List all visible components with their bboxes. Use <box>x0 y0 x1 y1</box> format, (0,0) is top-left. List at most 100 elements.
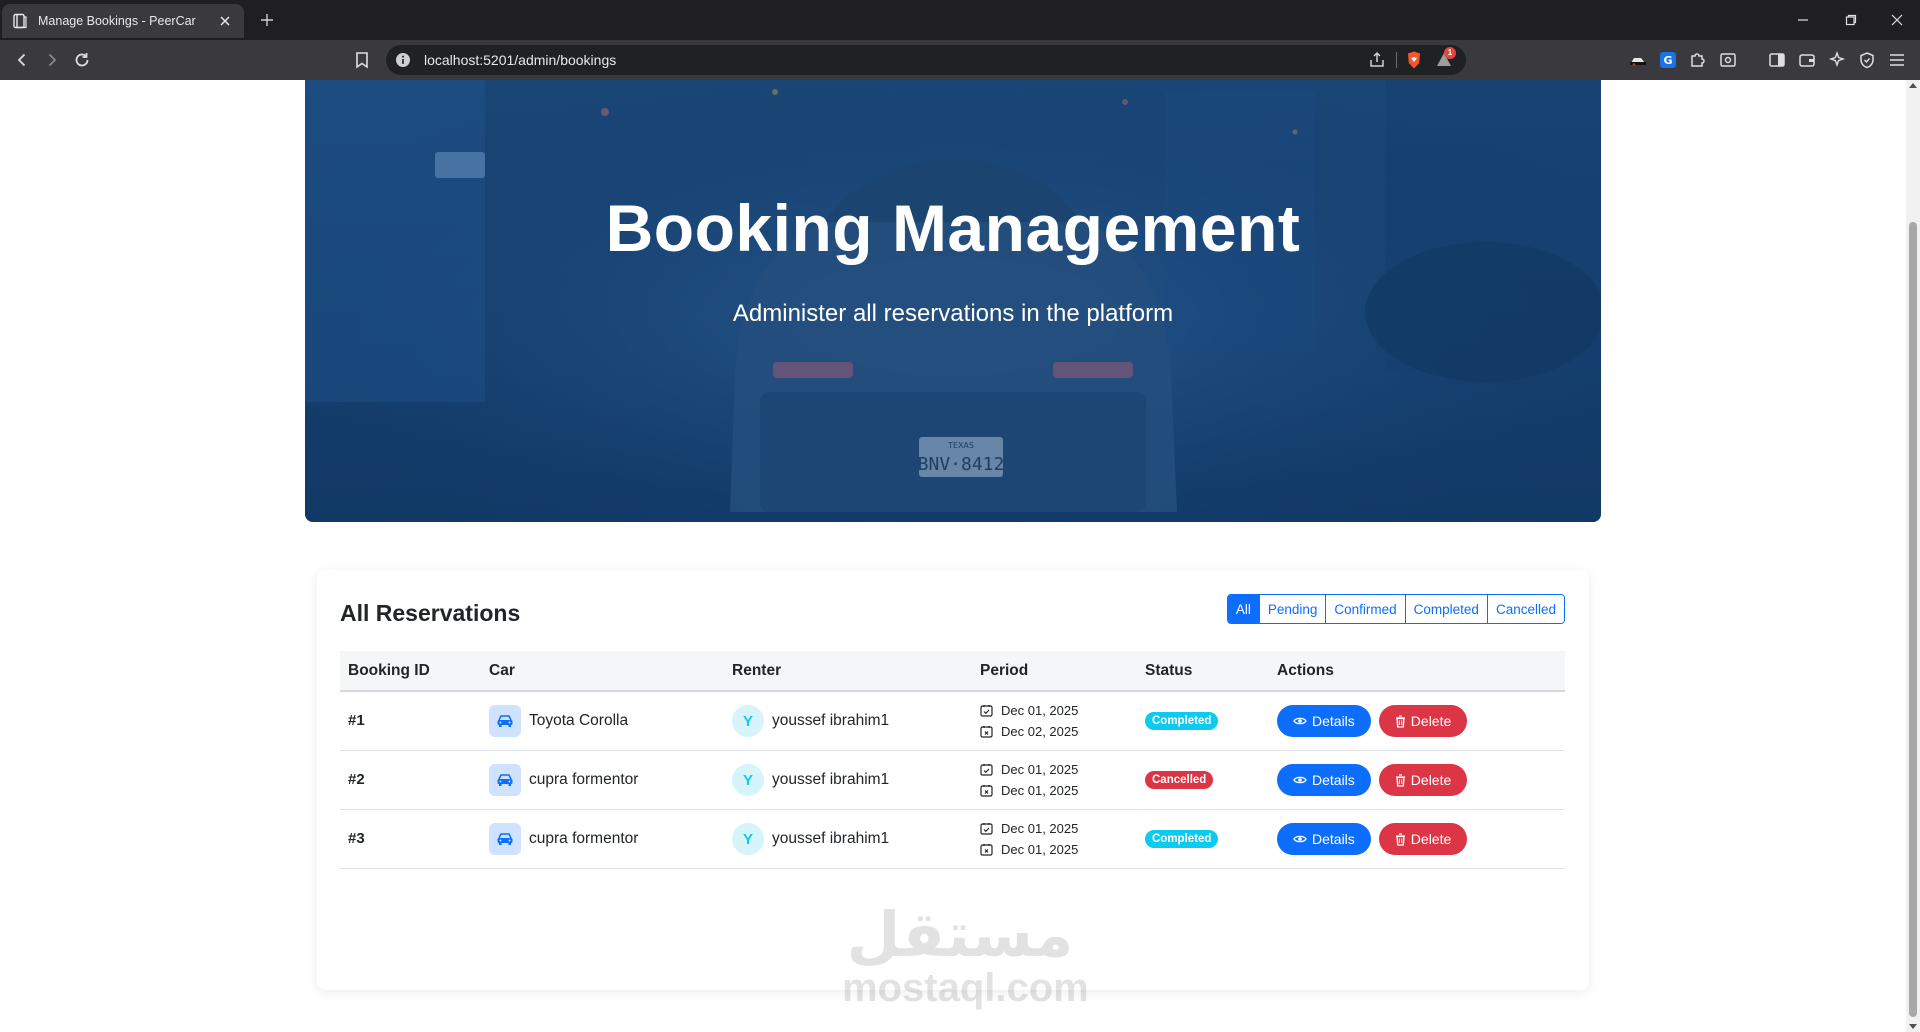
renter-name: youssef ibrahim1 <box>772 830 890 847</box>
start-date: Dec 01, 2025 <box>1001 703 1079 718</box>
calendar-check-icon <box>980 764 993 776</box>
page-title: Booking Management <box>605 191 1301 265</box>
watermark: مستقل mostaql.com <box>842 898 1089 1022</box>
car-name: cupra formentor <box>529 771 639 788</box>
filter-cancelled[interactable]: Cancelled <box>1486 595 1564 623</box>
address-bar[interactable]: localhost:5201/admin/bookings 1 <box>386 45 1466 75</box>
site-info-icon[interactable] <box>394 51 412 69</box>
calendar-check-icon <box>980 705 993 717</box>
reader-mode-icon[interactable] <box>1716 48 1740 72</box>
scrollbar-thumb[interactable] <box>1909 222 1917 1017</box>
car-cell: cupra formentor <box>489 764 638 796</box>
delete-button[interactable]: Delete <box>1378 764 1468 796</box>
end-date: Dec 01, 2025 <box>1001 842 1079 857</box>
extension-car-icon[interactable] <box>1626 48 1650 72</box>
browser-tab[interactable]: Manage Bookings - PeerCar <box>2 4 244 38</box>
details-button[interactable]: Details <box>1277 705 1371 737</box>
browser-toolbar: localhost:5201/admin/bookings 1 G <box>0 40 1920 80</box>
table-row: #1 Toyota Corolla Y youssef ibrahim1 Dec… <box>340 692 1565 751</box>
leo-ai-icon[interactable] <box>1825 48 1849 72</box>
delete-button[interactable]: Delete <box>1378 823 1468 855</box>
omnibox-separator <box>1396 52 1397 68</box>
car-icon <box>489 705 521 737</box>
table-row: #2 cupra formentor Y youssef ibrahim1 De… <box>340 751 1565 810</box>
trash-icon <box>1395 714 1405 728</box>
car-cell: cupra formentor <box>489 823 638 855</box>
booking-id: #2 <box>348 771 365 788</box>
trash-icon <box>1395 773 1405 787</box>
period-cell: Dec 01, 2025 Dec 01, 2025 <box>980 759 1078 801</box>
svg-text:G: G <box>1663 54 1672 67</box>
status-badge: Cancelled <box>1145 771 1214 789</box>
rewards-badge: 1 <box>1444 47 1456 59</box>
status-cell: Completed <box>1145 830 1219 848</box>
reservations-title: All Reservations <box>340 600 521 626</box>
column-status: Status <box>1145 662 1193 679</box>
booking-id: #1 <box>348 712 365 729</box>
details-button[interactable]: Details <box>1277 764 1371 796</box>
renter-cell: Y youssef ibrahim1 <box>732 764 889 796</box>
wallet-icon[interactable] <box>1795 48 1819 72</box>
sidebar-toggle-icon[interactable] <box>1765 48 1789 72</box>
filter-all[interactable]: All <box>1227 595 1259 623</box>
reservations-table: Booking ID Car Renter Period Status Acti… <box>340 651 1565 869</box>
scroll-down-arrow[interactable] <box>1909 1024 1917 1029</box>
car-cell: Toyota Corolla <box>489 705 628 737</box>
extensions-puzzle-icon[interactable] <box>1686 48 1710 72</box>
filter-completed[interactable]: Completed <box>1404 595 1487 623</box>
status-badge: Completed <box>1145 712 1219 730</box>
booking-id: #3 <box>348 830 365 847</box>
menu-icon[interactable] <box>1885 48 1909 72</box>
car-name: Toyota Corolla <box>529 712 629 729</box>
eye-icon <box>1293 717 1307 725</box>
period-cell: Dec 01, 2025 Dec 02, 2025 <box>980 700 1078 742</box>
bookmark-icon[interactable] <box>350 48 374 72</box>
start-date: Dec 01, 2025 <box>1001 762 1079 777</box>
filter-confirmed[interactable]: Confirmed <box>1325 595 1405 623</box>
renter-name: youssef ibrahim1 <box>772 771 890 788</box>
eye-icon <box>1293 835 1307 843</box>
end-date: Dec 02, 2025 <box>1001 724 1079 739</box>
calendar-check-icon <box>980 823 993 835</box>
url-text: localhost:5201/admin/bookings <box>424 52 617 68</box>
renter-cell: Y youssef ibrahim1 <box>732 705 889 737</box>
delete-button[interactable]: Delete <box>1378 705 1468 737</box>
svg-text:TEXAS: TEXAS <box>947 441 974 450</box>
column-renter: Renter <box>732 662 782 679</box>
avatar: Y <box>732 823 764 855</box>
filter-pending[interactable]: Pending <box>1258 595 1326 623</box>
car-icon <box>489 764 521 796</box>
reload-icon[interactable] <box>70 48 94 72</box>
actions-cell: Details Delete <box>1277 705 1468 737</box>
forward-icon[interactable] <box>40 48 64 72</box>
browser-tab-bar: Manage Bookings - PeerCar <box>0 0 1920 40</box>
avatar: Y <box>732 705 764 737</box>
new-tab-icon[interactable] <box>256 9 278 31</box>
watermark-latin: mostaql.com <box>842 966 1089 1010</box>
extension-g-icon[interactable]: G <box>1656 48 1680 72</box>
close-tab-icon[interactable] <box>216 12 234 30</box>
car-icon <box>489 823 521 855</box>
vpn-shield-icon[interactable] <box>1855 48 1879 72</box>
watermark-arabic: مستقل <box>846 898 1074 971</box>
status-cell: Cancelled <box>1145 771 1214 789</box>
tab-title: Manage Bookings - PeerCar <box>38 14 196 28</box>
page-scrollbar[interactable] <box>1906 80 1920 1032</box>
end-date: Dec 01, 2025 <box>1001 783 1079 798</box>
brave-shields-icon[interactable] <box>1404 50 1424 70</box>
minimize-icon[interactable] <box>1780 0 1826 40</box>
status-badge: Completed <box>1145 830 1219 848</box>
renter-cell: Y youssef ibrahim1 <box>732 823 889 855</box>
scroll-up-arrow[interactable] <box>1909 83 1917 88</box>
status-filter-group: All Pending Confirmed Completed Cancelle… <box>1226 594 1565 624</box>
details-button[interactable]: Details <box>1277 823 1371 855</box>
table-header: Booking ID Car Renter Period Status Acti… <box>340 651 1565 692</box>
avatar: Y <box>732 764 764 796</box>
back-icon[interactable] <box>10 48 34 72</box>
svg-text:BNV·8412: BNV·8412 <box>918 454 1005 475</box>
hero-banner: TEXAS BNV·8412 Booking Management Admini… <box>305 80 1601 522</box>
share-icon[interactable] <box>1368 51 1386 69</box>
restore-icon[interactable] <box>1828 0 1874 40</box>
calendar-x-icon <box>980 785 993 797</box>
close-window-icon[interactable] <box>1874 0 1920 40</box>
